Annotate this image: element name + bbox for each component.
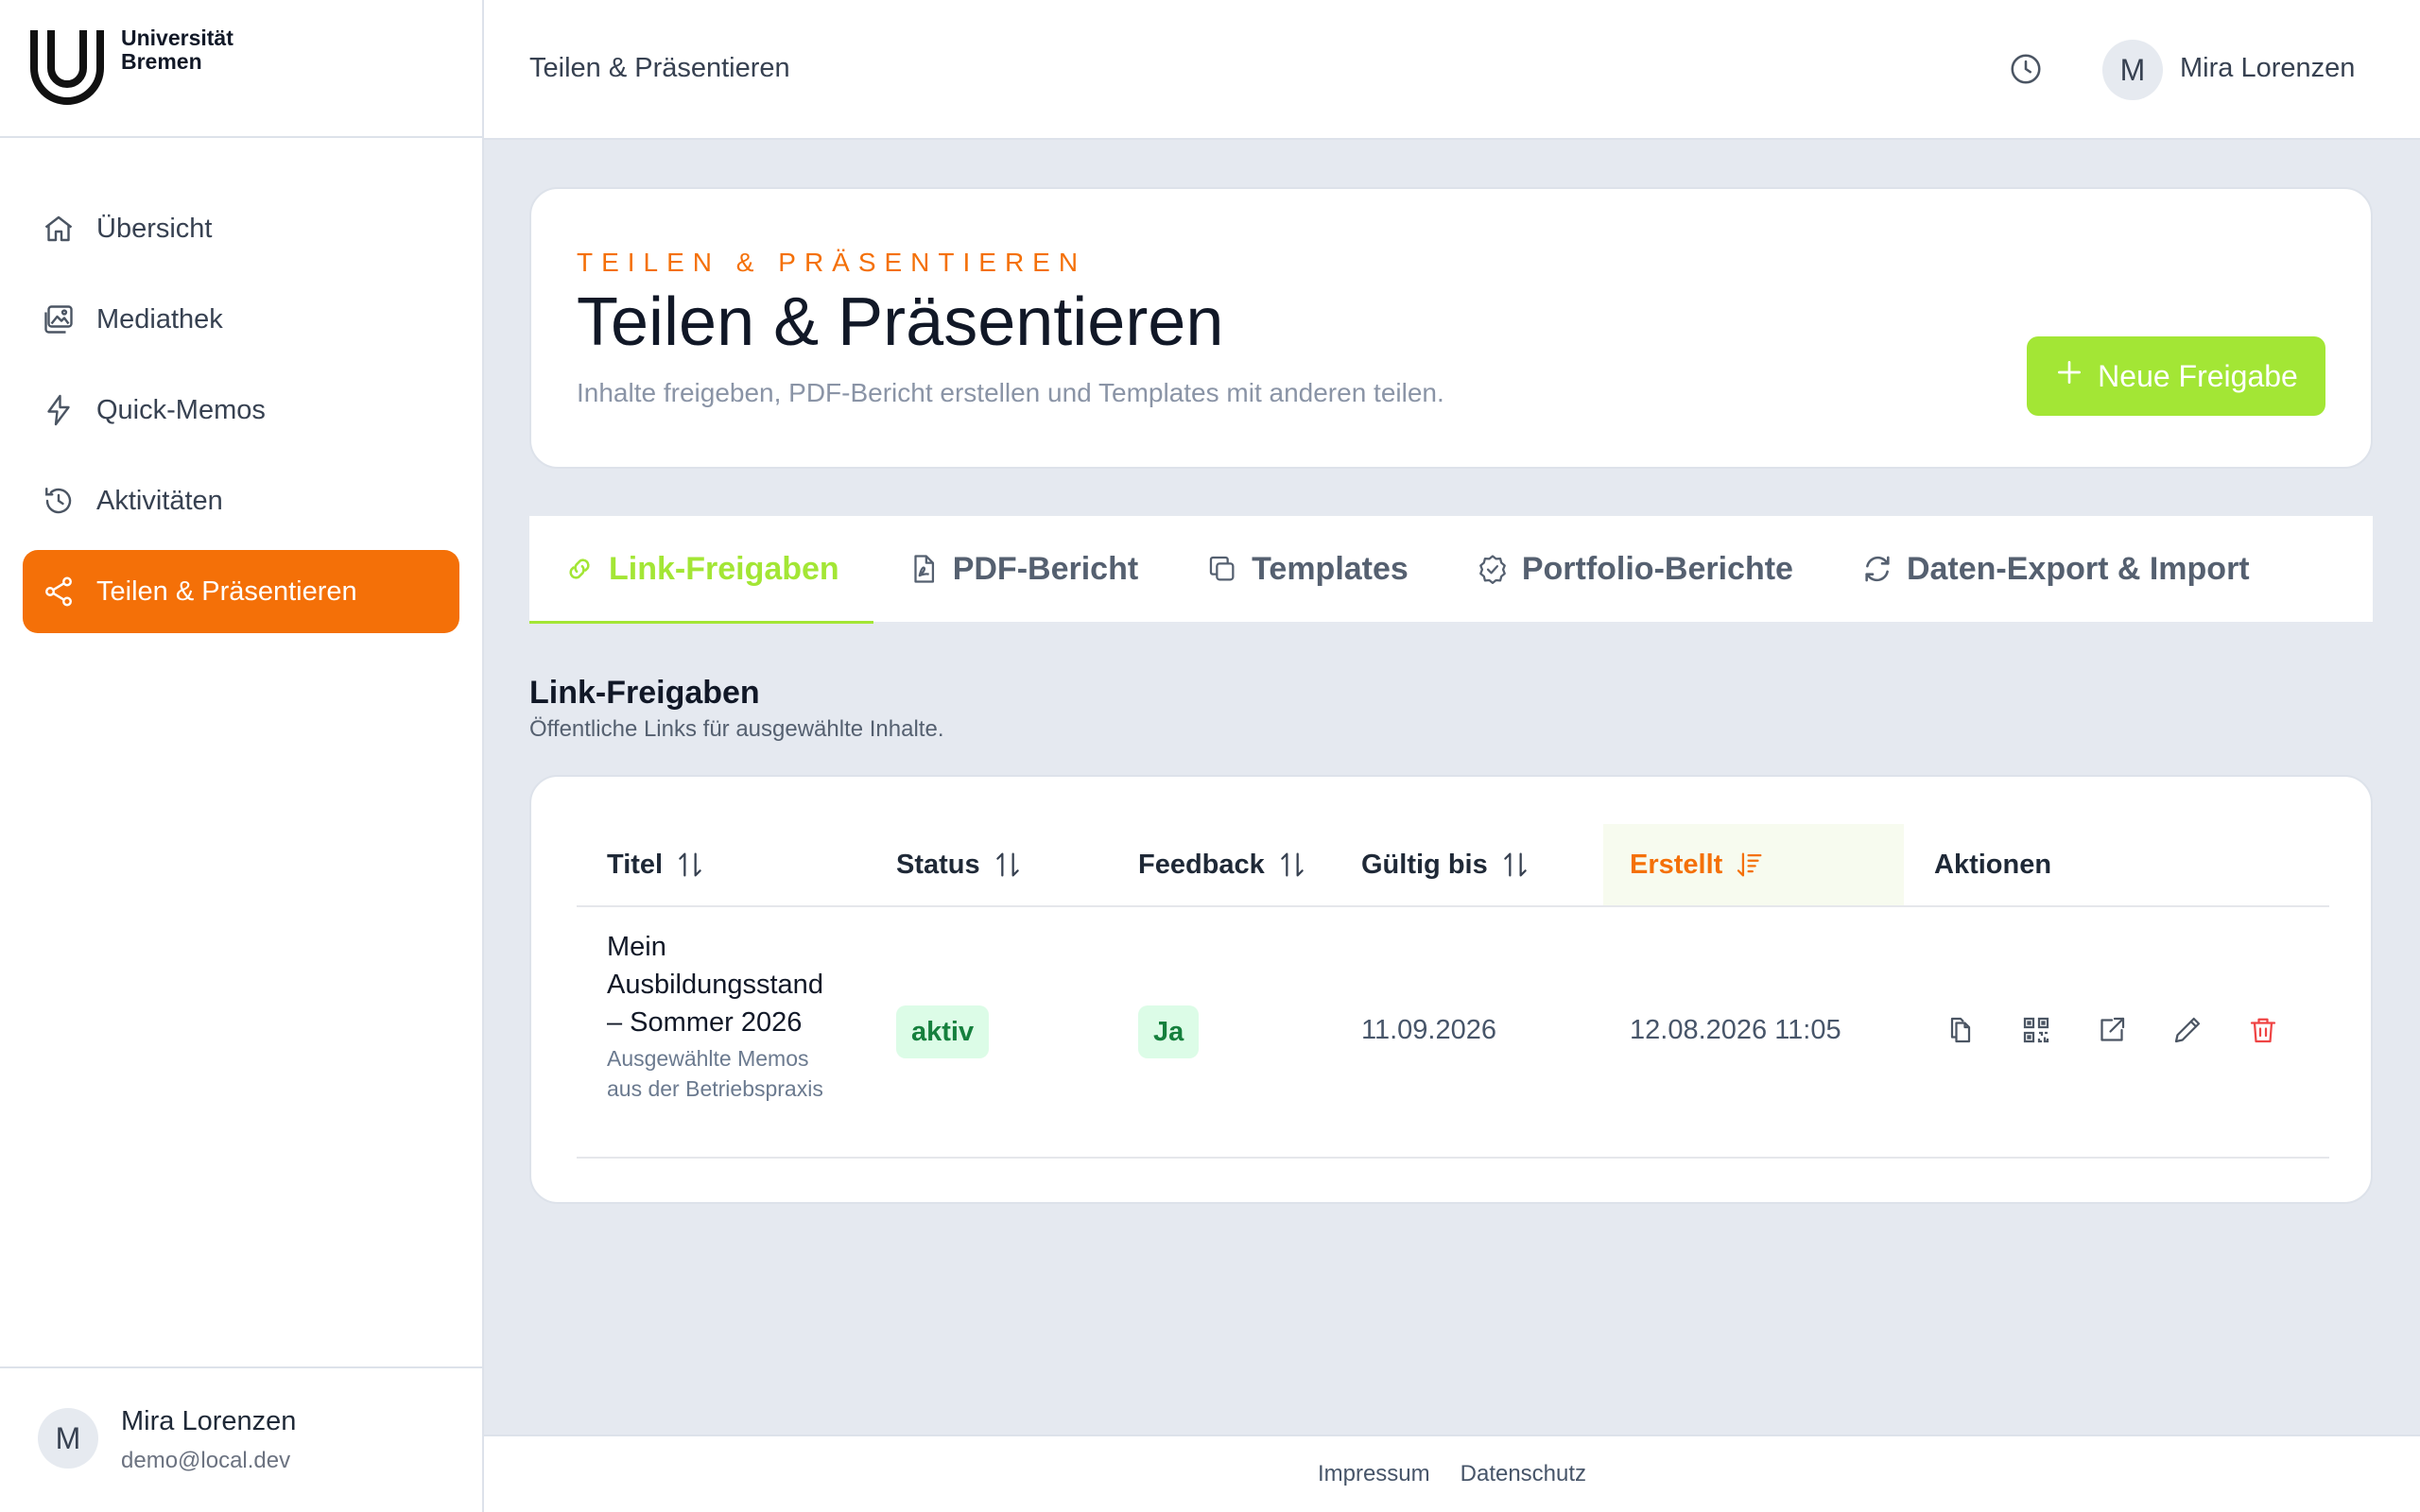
brand-line-2: Bremen [121, 49, 202, 74]
copy-icon[interactable] [1944, 1013, 1978, 1047]
sidebar-item-label: Aktivitäten [96, 485, 223, 516]
share-description: Ausgewählte Memos aus der Betriebspraxis [607, 1046, 823, 1101]
link-icon [563, 553, 596, 585]
user-menu-name[interactable]: Mira Lorenzen [2180, 53, 2355, 84]
avatar: M [38, 1408, 98, 1469]
share-title[interactable]: Mein Ausbildungsstand – Sommer 2026 [607, 928, 843, 1041]
valid-until: 11.09.2026 [1361, 1015, 1496, 1045]
created-at: 12.08.2026 11:05 [1630, 1015, 1841, 1045]
sidebar-item-quick-memos[interactable]: Quick-Memos [23, 369, 459, 452]
shares-table-card: Titel Status Feedback Gültig bis Erstell… [529, 775, 2373, 1204]
delete-icon[interactable] [2246, 1013, 2280, 1047]
feedback-badge: Ja [1138, 1005, 1200, 1058]
column-header-erstellt[interactable]: Erstellt [1603, 824, 1904, 905]
column-header-label: Gültig bis [1361, 849, 1488, 880]
qr-code-icon[interactable] [2019, 1013, 2053, 1047]
sidebar-item-aktivitaeten[interactable]: Aktivitäten [23, 459, 459, 542]
sidebar-item-label: Übersicht [96, 213, 213, 244]
lightning-icon [42, 393, 76, 427]
page-description: Inhalte freigeben, PDF-Bericht erstellen… [577, 378, 1444, 407]
new-share-button[interactable]: Neue Freigabe [2027, 336, 2325, 416]
sidebar-item-label: Teilen & Präsentieren [96, 576, 357, 607]
sidebar-item-uebersicht[interactable]: Übersicht [23, 187, 459, 270]
home-icon [42, 212, 76, 246]
check-badge-icon [1477, 553, 1509, 585]
tab-label: Link-Freigaben [609, 550, 839, 587]
university-logo-icon [30, 30, 104, 105]
brand-logo[interactable]: Universität Bremen [0, 0, 482, 138]
copy-icon [1206, 553, 1238, 585]
table-row[interactable]: Mein Ausbildungsstand – Sommer 2026 Ausg… [577, 907, 2329, 1159]
sort-icon [992, 849, 1024, 881]
history-icon [42, 484, 76, 518]
sidebar-item-label: Mediathek [96, 303, 223, 335]
images-icon [42, 302, 76, 336]
sidebar-nav: Übersicht Mediathek Quick-Memos Aktivitä… [0, 138, 482, 633]
sort-descending-icon [1734, 849, 1766, 881]
column-header-feedback[interactable]: Feedback [1138, 824, 1361, 905]
column-header-label: Status [896, 849, 980, 880]
page-title: Teilen & Präsentieren [529, 53, 790, 83]
clock-icon[interactable] [2008, 51, 2044, 87]
tab-label: Daten-Export & Import [1906, 550, 2250, 587]
tab-label: Templates [1252, 550, 1409, 587]
sort-icon [1276, 849, 1308, 881]
tab-daten-export-import[interactable]: Daten-Export & Import [1827, 516, 2284, 622]
tab-label: Portfolio-Berichte [1521, 550, 1793, 587]
column-header-titel[interactable]: Titel [577, 824, 864, 905]
user-name: Mira Lorenzen [121, 1406, 297, 1436]
top-bar: Teilen & Präsentieren M Mira Lorenzen [484, 0, 2420, 140]
page-heading: Teilen & Präsentieren [577, 284, 1224, 360]
section-subtitle: Öffentliche Links für ausgewählte Inhalt… [529, 716, 944, 742]
refresh-icon [1861, 553, 1893, 585]
sort-icon [1499, 849, 1531, 881]
column-header-label: Titel [607, 849, 664, 880]
sidebar-item-label: Quick-Memos [96, 394, 266, 425]
impressum-link[interactable]: Impressum [1318, 1461, 1430, 1487]
tab-bar: Link-Freigaben PDF-Bericht Templates Por… [529, 516, 2373, 624]
section-title: Link-Freigaben [529, 675, 760, 711]
footer: Impressum Datenschutz [484, 1435, 2420, 1512]
column-header-status[interactable]: Status [896, 824, 1131, 905]
user-email: demo@local.dev [121, 1448, 291, 1473]
status-badge: aktiv [896, 1005, 990, 1058]
share-icon [42, 575, 76, 609]
table-header: Titel Status Feedback Gültig bis Erstell… [577, 824, 2329, 907]
external-link-icon[interactable] [2095, 1013, 2129, 1047]
page-header-card: TEILEN & PRÄSENTIEREN Teilen & Präsentie… [529, 187, 2373, 469]
page-eyebrow: TEILEN & PRÄSENTIEREN [577, 248, 1087, 277]
brand-line-1: Universität [121, 26, 233, 50]
sidebar-user-profile[interactable]: M Mira Lorenzen demo@local.dev [0, 1366, 482, 1512]
sidebar-item-mediathek[interactable]: Mediathek [23, 278, 459, 361]
plus-icon [2054, 357, 2084, 395]
tab-label: PDF-Bericht [952, 550, 1139, 587]
column-header-gueltig-bis[interactable]: Gültig bis [1361, 824, 1616, 905]
datenschutz-link[interactable]: Datenschutz [1461, 1461, 1586, 1487]
brand-name: Universität Bremen [121, 26, 233, 74]
tab-pdf-bericht[interactable]: PDF-Bericht [873, 516, 1172, 622]
sidebar-item-teilen-praesentieren[interactable]: Teilen & Präsentieren [23, 550, 459, 633]
pdf-file-icon [908, 553, 940, 585]
new-share-button-label: Neue Freigabe [2098, 358, 2298, 393]
column-header-aktionen: Aktionen [1904, 824, 2187, 905]
column-header-label: Aktionen [1934, 849, 2052, 880]
edit-icon[interactable] [2170, 1013, 2204, 1047]
column-header-label: Feedback [1138, 849, 1265, 880]
tab-templates[interactable]: Templates [1172, 516, 1443, 622]
avatar[interactable]: M [2102, 40, 2163, 100]
tab-portfolio-berichte[interactable]: Portfolio-Berichte [1443, 516, 1827, 622]
sidebar: Universität Bremen Übersicht Mediathek Q… [0, 0, 484, 1512]
sort-icon [674, 849, 706, 881]
column-header-label: Erstellt [1630, 849, 1723, 880]
tab-link-freigaben[interactable]: Link-Freigaben [529, 516, 873, 624]
